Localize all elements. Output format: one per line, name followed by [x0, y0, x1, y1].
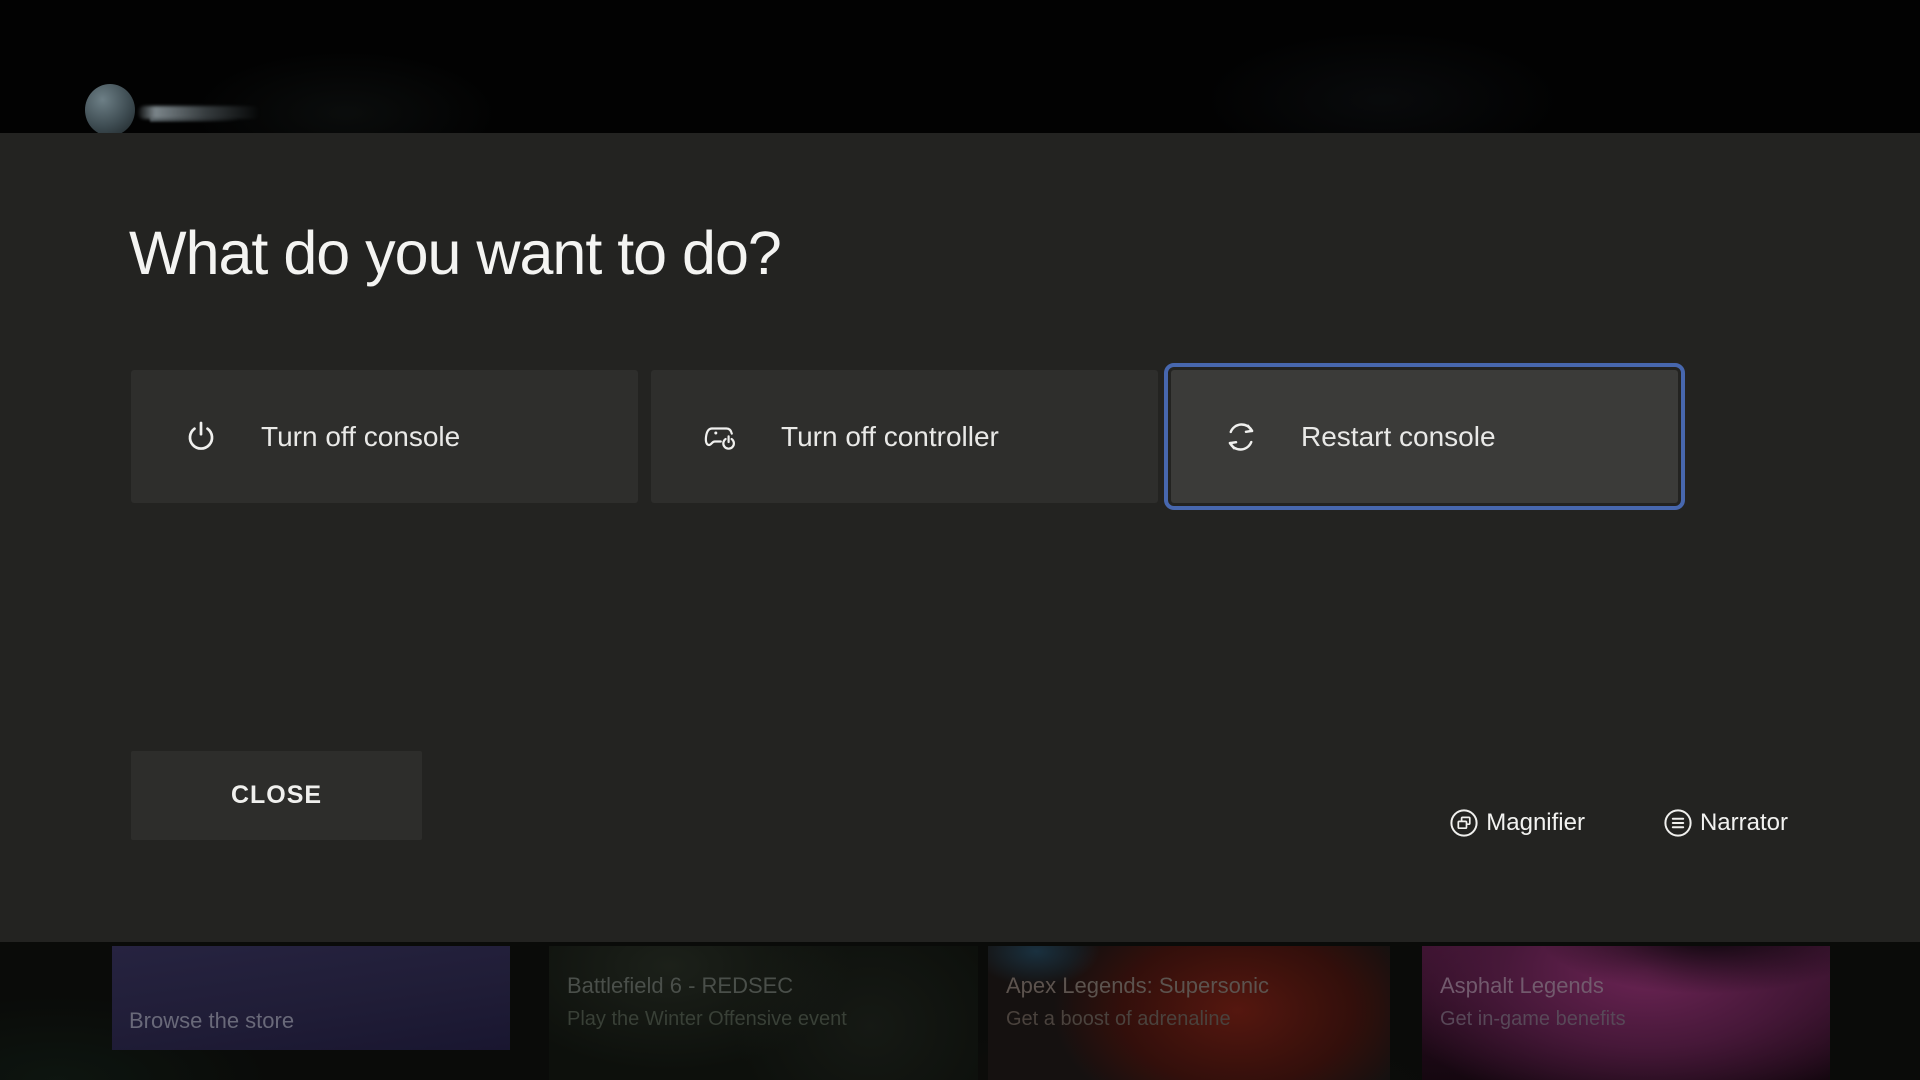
- tile-subtitle: Get a boost of adrenaline: [1006, 1008, 1231, 1031]
- controller-power-icon: [701, 419, 741, 455]
- background-home-tiles: Browse the store Battlefield 6 - REDSEC …: [0, 942, 1920, 1080]
- narrator-button[interactable]: Narrator: [1663, 808, 1788, 838]
- turn-off-console-button[interactable]: Turn off console: [131, 370, 638, 503]
- power-options: Turn off console Turn off controller: [131, 370, 1678, 503]
- magnifier-button[interactable]: Magnifier: [1449, 808, 1585, 838]
- tile-title: Apex Legends: Supersonic: [1006, 973, 1269, 999]
- option-label: Turn off controller: [781, 421, 999, 453]
- tile-title: Asphalt Legends: [1440, 973, 1604, 999]
- narrator-icon: [1663, 808, 1693, 838]
- background-light-streak-2: [150, 118, 250, 122]
- option-label: Restart console: [1301, 421, 1496, 453]
- turn-off-controller-button[interactable]: Turn off controller: [651, 370, 1158, 503]
- tile-title: Battlefield 6 - REDSEC: [567, 973, 793, 999]
- tile-subtitle: Play the Winter Offensive event: [567, 1008, 847, 1031]
- dialog-title: What do you want to do?: [129, 213, 1329, 293]
- background-game-scene: [0, 0, 1920, 133]
- accessibility-shortcuts: Magnifier Narrator: [1449, 808, 1788, 838]
- tile-title: Browse the store: [129, 1008, 294, 1034]
- tile-browse-the-store: Browse the store: [112, 946, 510, 1050]
- tile-asphalt-legends: Asphalt Legends Get in-game benefits: [1422, 946, 1830, 1080]
- restart-icon: [1221, 418, 1261, 456]
- narrator-label: Narrator: [1700, 809, 1788, 837]
- tile-subtitle: Get in-game benefits: [1440, 1008, 1626, 1031]
- option-label: Turn off console: [261, 421, 460, 453]
- tile-battlefield-6-redsec: Battlefield 6 - REDSEC Play the Winter O…: [549, 946, 978, 1080]
- power-icon: [181, 419, 221, 455]
- background-sphere-art: [85, 84, 135, 136]
- magnifier-icon: [1449, 808, 1479, 838]
- close-button[interactable]: CLOSE: [131, 751, 422, 840]
- power-dialog: What do you want to do? Turn off console: [0, 133, 1920, 942]
- xbox-power-dialog-screen: Browse the store Battlefield 6 - REDSEC …: [0, 0, 1920, 1080]
- restart-console-button[interactable]: Restart console: [1171, 370, 1678, 503]
- magnifier-label: Magnifier: [1486, 809, 1585, 837]
- tile-apex-legends-supersonic: Apex Legends: Supersonic Get a boost of …: [988, 946, 1390, 1080]
